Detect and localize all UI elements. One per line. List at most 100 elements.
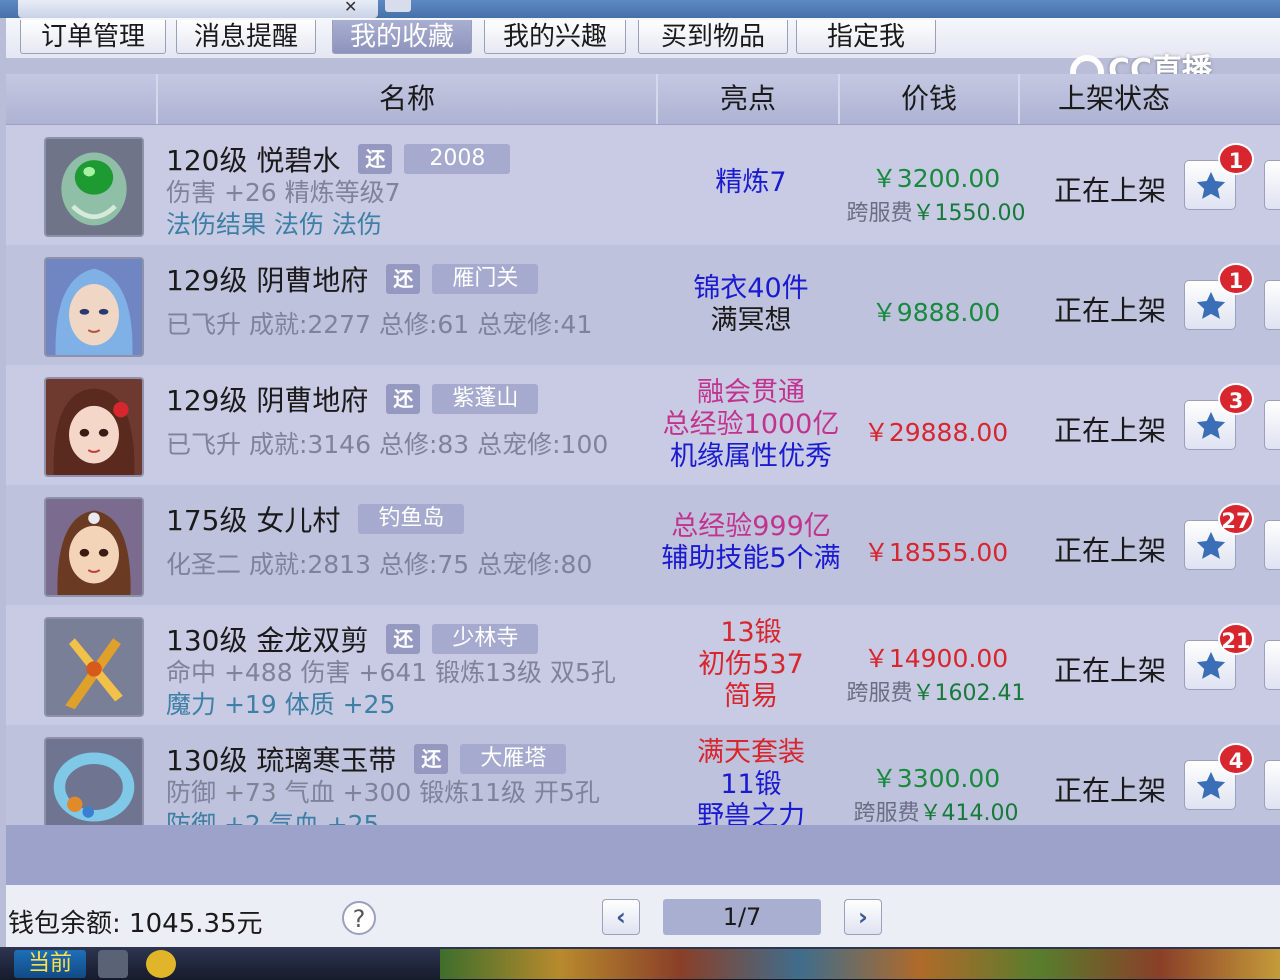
tab-interests[interactable]: 我的兴趣 (484, 20, 626, 54)
list-empty-area (6, 825, 1280, 885)
jade-pendant-icon[interactable] (44, 137, 144, 237)
favorite-count-badge: 1 (1218, 143, 1254, 175)
item-effects: 魔力 +19 体质 +25 (166, 690, 396, 719)
tab-designated[interactable]: 指定我 (796, 20, 936, 54)
highlight-line: 满冥想 (710, 305, 792, 336)
new-tab-button[interactable] (385, 0, 411, 12)
table-row[interactable]: 129级 阴曹地府还紫蓬山 已飞升 成就:3146 总修:83 总宠修:100 … (6, 365, 1280, 485)
star-icon (1196, 771, 1226, 799)
red-hair-character-icon[interactable] (44, 377, 144, 477)
item-attributes: 已飞升 成就:2277 总修:61 总宠修:41 (166, 310, 593, 339)
return-tag: 还 (358, 144, 393, 174)
price-value: ￥18555.00 (863, 538, 1009, 567)
close-icon[interactable]: ✕ (344, 0, 357, 16)
star-icon (1196, 291, 1226, 319)
column-highlight: 亮点 (656, 74, 838, 124)
price-value: ￥14900.00 (863, 644, 1009, 673)
highlight-line: 融会贯通 (697, 377, 805, 408)
item-attributes: 伤害 +26 精炼等级7 (166, 178, 401, 207)
row-action-button[interactable] (1264, 280, 1280, 330)
tab-messages[interactable]: 消息提醒 (176, 20, 316, 54)
item-price: ￥29888.00 (836, 413, 1036, 449)
highlight-line: 总经验999亿 (671, 511, 831, 542)
jade-belt-icon[interactable] (44, 737, 144, 825)
skill-shortcut-bar[interactable] (440, 949, 1280, 979)
item-name: 女儿村 (256, 504, 341, 537)
tab-favorites[interactable]: 我的收藏 (332, 20, 472, 54)
row-action-button[interactable] (1264, 520, 1280, 570)
return-tag: 还 (386, 624, 421, 654)
item-name: 阴曹地府 (256, 264, 369, 297)
tab-purchased[interactable]: 买到物品 (638, 20, 788, 54)
price-value: ￥29888.00 (863, 418, 1009, 447)
star-icon (1196, 171, 1226, 199)
star-icon (1196, 531, 1226, 559)
listing-status: 正在上架 (1053, 534, 1166, 567)
wallet-balance: 钱包余额: 1045.35元 (8, 909, 263, 939)
favorite-count-badge: 4 (1218, 743, 1254, 775)
help-icon[interactable]: ? (342, 901, 376, 935)
favorites-list: 120级 悦碧水还 2008 伤害 +26 精炼等级7 法伤结果 法伤 法伤 精炼… (6, 125, 1280, 825)
highlight-line: 精炼7 (715, 167, 787, 198)
current-channel-button[interactable]: 当前 (14, 950, 86, 978)
item-highlights: 13锻 初伤537 简易 (656, 617, 846, 713)
highlight-line: 锦衣40件 (693, 273, 809, 304)
listing-status: 正在上架 (1053, 294, 1166, 327)
item-price: ￥3200.00 跨服费￥1550.00 (836, 159, 1036, 227)
listing-status: 正在上架 (1053, 414, 1166, 447)
tab-orders[interactable]: 订单管理 (20, 20, 166, 54)
golden-scissors-icon[interactable] (44, 617, 144, 717)
highlight-line: 满天套装 (697, 737, 805, 768)
highlight-line: 机缘属性优秀 (670, 441, 832, 472)
girl-character-icon[interactable] (44, 497, 144, 597)
item-attributes: 已飞升 成就:3146 总修:83 总宠修:100 (166, 430, 609, 459)
price-value: ￥9888.00 (871, 298, 1001, 327)
column-status: 上架状态 (1018, 74, 1208, 124)
item-level: 129级 (166, 384, 248, 417)
highlight-line: 简易 (724, 681, 778, 712)
footer-bar: 钱包余额: 1045.35元 ? ‹ 1/7 › (6, 885, 1280, 947)
item-price: ￥14900.00 跨服费￥1602.41 (836, 639, 1036, 707)
table-row[interactable]: 130级 琉璃寒玉带还大雁塔 防御 +73 气血 +300 锻炼11级 开5孔 … (6, 725, 1280, 825)
server-tag: 紫蓬山 (432, 384, 539, 414)
table-row[interactable]: 120级 悦碧水还 2008 伤害 +26 精炼等级7 法伤结果 法伤 法伤 精炼… (6, 125, 1280, 245)
row-action-button[interactable] (1264, 760, 1280, 810)
highlight-line: 11锻 (720, 769, 782, 800)
highlight-line: 初伤537 (698, 649, 804, 680)
chat-icon[interactable] (146, 950, 176, 978)
star-icon (1196, 411, 1226, 439)
server-tag: 钓鱼岛 (358, 504, 465, 534)
microphone-icon[interactable] (98, 950, 128, 978)
item-attributes: 化圣二 成就:2813 总修:75 总宠修:80 (166, 550, 593, 579)
window-titlebar: ✕ (0, 0, 1280, 18)
return-tag: 还 (414, 744, 449, 774)
row-action-button[interactable] (1264, 640, 1280, 690)
item-level: 175级 (166, 504, 248, 537)
item-highlights: 精炼7 (656, 167, 846, 199)
item-price: ￥18555.00 (836, 533, 1036, 569)
column-price: 价钱 (838, 74, 1018, 124)
prev-page-button[interactable]: ‹ (602, 899, 640, 935)
row-action-button[interactable] (1264, 160, 1280, 210)
blue-hair-character-icon[interactable] (44, 257, 144, 357)
cross-server-fee: 跨服费￥1550.00 (846, 201, 1026, 226)
listing-status: 正在上架 (1053, 774, 1166, 807)
table-row[interactable]: 130级 金龙双剪还少林寺 命中 +488 伤害 +641 锻炼13级 双5孔 … (6, 605, 1280, 725)
table-row[interactable]: 175级 女儿村 钓鱼岛 化圣二 成就:2813 总修:75 总宠修:80 总经验… (6, 485, 1280, 605)
table-row[interactable]: 129级 阴曹地府还雁门关 已飞升 成就:2277 总修:61 总宠修:41 锦… (6, 245, 1280, 365)
game-taskbar: 当前 (0, 947, 1280, 980)
next-page-button[interactable]: › (844, 899, 882, 935)
page-indicator: 1/7 (663, 899, 821, 935)
item-effects: 防御 +2 气血 +25 (166, 810, 380, 825)
server-tag: 少林寺 (432, 624, 539, 654)
window-tab[interactable] (18, 0, 378, 18)
item-price: ￥3300.00 跨服费￥414.00 (836, 759, 1036, 825)
cross-server-fee: 跨服费￥1602.41 (846, 681, 1026, 706)
item-highlights: 融会贯通 总经验1000亿 机缘属性优秀 (656, 377, 846, 473)
highlight-line: 13锻 (720, 617, 782, 648)
row-action-button[interactable] (1264, 400, 1280, 450)
highlight-line: 辅助技能5个满 (661, 543, 841, 574)
item-effects: 法伤结果 法伤 法伤 (166, 210, 382, 239)
item-highlights: 满天套装 11锻 野兽之力 (656, 737, 846, 825)
item-highlights: 总经验999亿 辅助技能5个满 (656, 511, 846, 575)
